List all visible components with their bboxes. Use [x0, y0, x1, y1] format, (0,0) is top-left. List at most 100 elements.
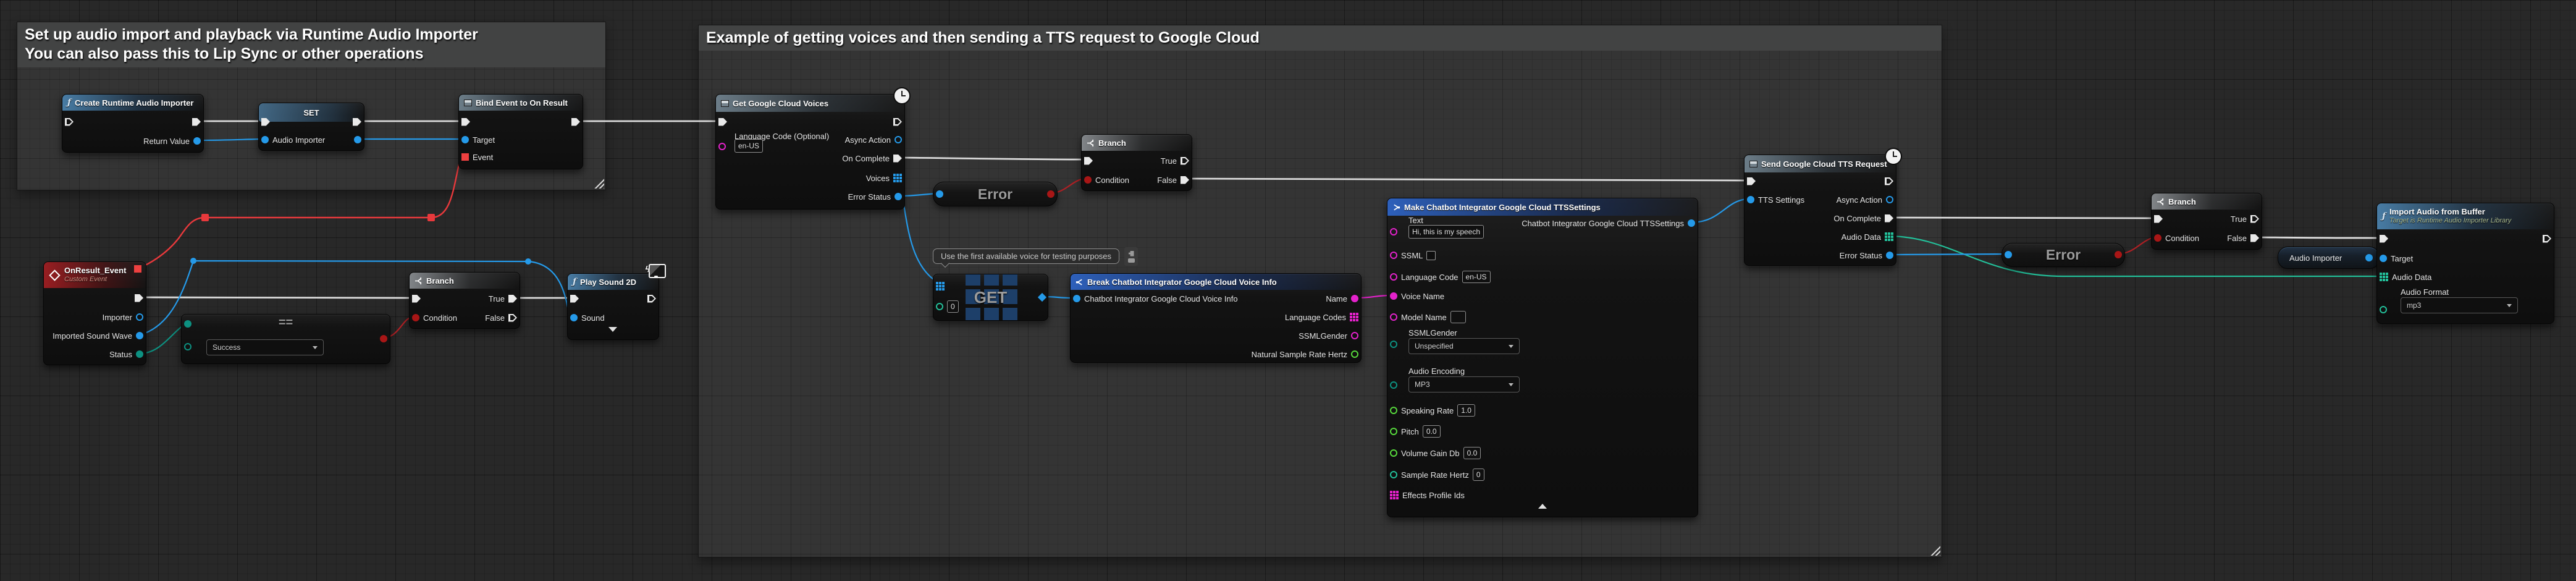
imported-sound-wave-pin[interactable]: [136, 332, 143, 339]
volume-gain-db-pin[interactable]: [1390, 449, 1397, 457]
ssml-checkbox[interactable]: [1426, 251, 1436, 260]
target-pin[interactable]: [2380, 255, 2387, 262]
array-in-pin[interactable]: [936, 282, 945, 290]
true-exec-pin[interactable]: [2250, 215, 2259, 223]
bubble-pin-controls[interactable]: [1124, 247, 1138, 266]
condition-pin[interactable]: [1084, 176, 1092, 184]
element-out-pin[interactable]: [1038, 293, 1046, 302]
model-name-input[interactable]: [1450, 311, 1466, 323]
condition-pin[interactable]: [2154, 234, 2161, 242]
reroute-node-delegate[interactable]: [201, 214, 209, 221]
node-send-google-cloud-tts-request[interactable]: Send Google Cloud TTS Request TTS Settin…: [1744, 155, 1896, 266]
index-pin[interactable]: [936, 303, 943, 310]
name-pin[interactable]: [1351, 295, 1358, 302]
node-branch-2[interactable]: Branch Condition True False: [1081, 134, 1192, 191]
equal-result-pin[interactable]: [380, 335, 387, 342]
on-complete-exec-pin[interactable]: [1885, 214, 1893, 223]
audio-format-pin[interactable]: [2380, 306, 2387, 313]
error-in-pin[interactable]: [2005, 251, 2012, 258]
language-codes-array-pin[interactable]: [1350, 313, 1358, 321]
comment-title[interactable]: Set up audio import and playback via Run…: [17, 22, 605, 67]
reroute-node[interactable]: [190, 258, 196, 264]
node-import-audio-from-buffer[interactable]: ƒ Import Audio from BufferTarget is Runt…: [2376, 203, 2554, 324]
collapse-node-chevron[interactable]: [1538, 504, 1547, 509]
text-pin[interactable]: [1390, 228, 1397, 235]
sample-rate-hertz-pin[interactable]: [1390, 471, 1397, 478]
error-status-pin[interactable]: [1886, 252, 1893, 259]
audio-importer-out-pin[interactable]: [354, 136, 361, 143]
ssml-pin[interactable]: [1390, 252, 1397, 259]
error-status-pin[interactable]: [894, 193, 902, 200]
false-exec-pin[interactable]: [508, 314, 517, 322]
audio-encoding-pin[interactable]: [1390, 381, 1397, 389]
event-delegate-pin[interactable]: [134, 265, 141, 273]
true-exec-pin[interactable]: [508, 295, 517, 303]
exec-out-pin[interactable]: [2543, 235, 2551, 243]
exec-out-pin[interactable]: [135, 294, 143, 302]
node-set-audio-importer[interactable]: SET Audio Importer: [258, 103, 364, 151]
node-break-voice-info[interactable]: Break Chatbot Integrator Google Cloud Vo…: [1070, 273, 1362, 363]
on-complete-exec-pin[interactable]: [893, 155, 902, 163]
volume-gain-db-input[interactable]: 0.0: [1463, 447, 1481, 459]
comment-resize-grip[interactable]: [1930, 545, 1940, 556]
error-bool-out-pin[interactable]: [2115, 251, 2122, 258]
exec-out-pin[interactable]: [647, 295, 656, 303]
exec-in-pin[interactable]: [1084, 157, 1093, 165]
text-input[interactable]: Hi, this is my speech: [1408, 225, 1484, 239]
voice-info-in-pin[interactable]: [1073, 295, 1080, 302]
voice-name-pin[interactable]: [1390, 292, 1397, 300]
node-make-tts-settings[interactable]: Make Chatbot Integrator Google Cloud TTS…: [1387, 198, 1698, 517]
importer-pin[interactable]: [136, 313, 143, 321]
effects-profile-ids-array-pin[interactable]: [1390, 491, 1399, 499]
language-code-pin[interactable]: [718, 143, 726, 150]
exec-in-pin[interactable]: [261, 118, 270, 126]
exec-out-pin[interactable]: [192, 118, 201, 126]
return-value-pin[interactable]: [193, 137, 201, 145]
index-input[interactable]: 0: [947, 300, 959, 313]
blueprint-canvas[interactable]: Set up audio import and playback via Run…: [0, 0, 2576, 581]
pitch-pin[interactable]: [1390, 428, 1397, 435]
comment-title[interactable]: Example of getting voices and then sendi…: [699, 25, 1942, 51]
wire-exec[interactable]: [2260, 237, 2378, 238]
audio-importer-in-pin[interactable]: [261, 136, 269, 143]
speaking-rate-input[interactable]: 1.0: [1457, 404, 1475, 417]
reroute-node[interactable]: [525, 258, 531, 265]
node-branch-3[interactable]: Branch Condition True False: [2151, 193, 2262, 250]
tts-settings-out-pin[interactable]: [1688, 219, 1695, 227]
model-name-pin[interactable]: [1390, 313, 1397, 321]
audio-format-dropdown[interactable]: mp3: [2401, 297, 2518, 313]
variable-out-pin[interactable]: [2365, 254, 2373, 261]
expand-node-chevron[interactable]: [608, 327, 617, 332]
exec-in-pin[interactable]: [461, 118, 470, 126]
pitch-input[interactable]: 0.0: [1423, 425, 1441, 438]
exec-out-pin[interactable]: [893, 118, 902, 126]
target-pin[interactable]: [461, 136, 469, 143]
ssml-gender-pin[interactable]: [1351, 332, 1358, 339]
language-code-input[interactable]: en-US: [734, 139, 763, 153]
node-error-macro-2[interactable]: Error: [2001, 243, 2125, 267]
node-play-sound-2d[interactable]: ƒPlay Sound 2D ϟ Sound: [567, 273, 659, 340]
exec-out-pin[interactable]: [353, 118, 361, 126]
exec-in-pin[interactable]: [1747, 177, 1756, 185]
exec-in-pin[interactable]: [2154, 215, 2163, 223]
node-onresult-custom-event[interactable]: OnResult_EventCustom Event Importer Impo…: [43, 261, 146, 365]
node-create-runtime-audio-importer[interactable]: ƒCreate Runtime Audio Importer Return Va…: [62, 94, 204, 153]
language-code-input[interactable]: en-US: [1462, 271, 1491, 283]
node-comment-bubble[interactable]: Use the first available voice for testin…: [933, 248, 1119, 264]
ssml-gender-dropdown[interactable]: Unspecified: [1408, 338, 1520, 354]
async-action-pin[interactable]: [894, 136, 902, 143]
node-get-audio-importer-variable[interactable]: Audio Importer: [2278, 247, 2380, 269]
node-bind-event-to-on-result[interactable]: Bind Event to On Result Target Event: [458, 94, 583, 169]
audio-encoding-dropdown[interactable]: MP3: [1408, 376, 1520, 392]
condition-pin[interactable]: [412, 314, 419, 321]
exec-in-pin[interactable]: [570, 295, 579, 303]
audio-data-array-pin[interactable]: [2380, 273, 2388, 281]
exec-in-pin[interactable]: [412, 295, 421, 303]
natural-sample-rate-hertz-pin[interactable]: [1351, 350, 1358, 358]
comment-resize-grip[interactable]: [594, 178, 604, 189]
node-branch-1[interactable]: Branch Condition True False: [409, 272, 520, 329]
node-array-get[interactable]: GET 0: [933, 274, 1048, 321]
exec-out-pin[interactable]: [571, 118, 580, 126]
ssml-gender-pin[interactable]: [1390, 341, 1397, 348]
equal-input-b-pin[interactable]: [184, 343, 192, 350]
